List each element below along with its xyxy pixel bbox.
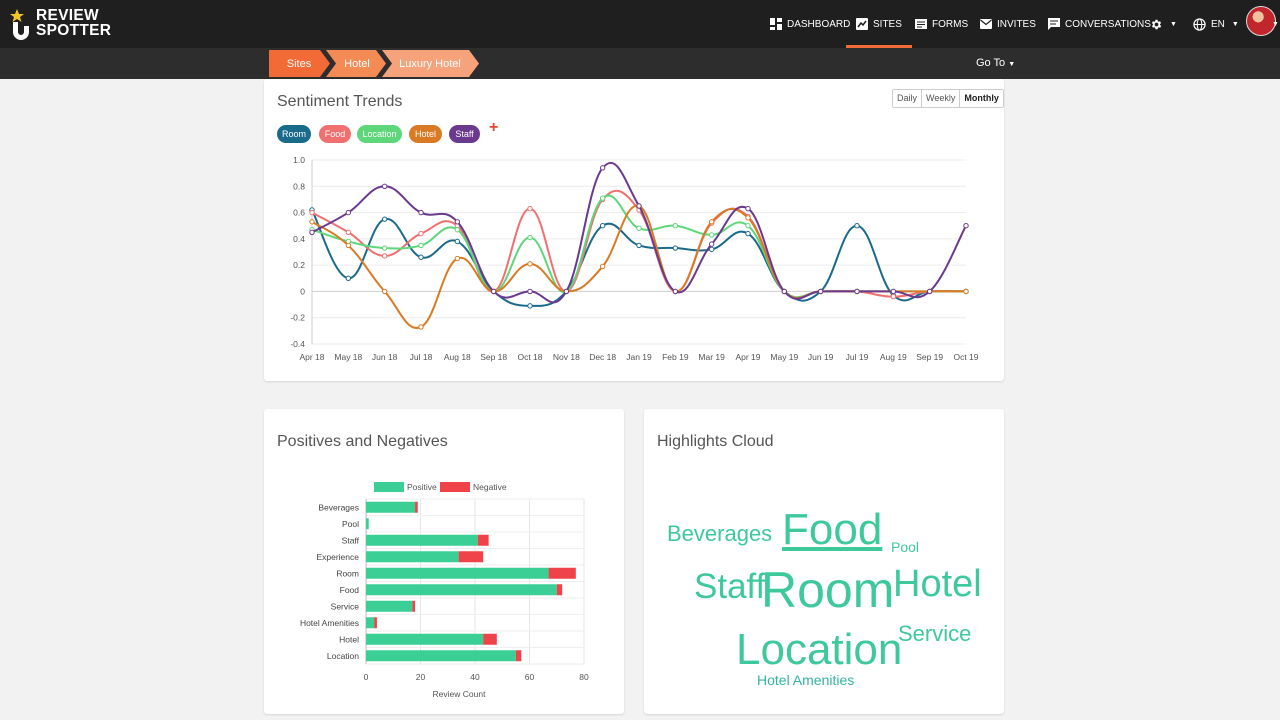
period-weekly-button[interactable]: Weekly	[922, 90, 961, 107]
nav-invites-label: INVITES	[997, 18, 1036, 30]
nav-sites[interactable]: SITES	[846, 0, 912, 48]
cloud-word-food[interactable]: Food	[782, 505, 882, 555]
avatar-chevron-down-icon[interactable]: ▼	[1272, 0, 1279, 48]
language-label: EN	[1211, 18, 1225, 30]
cloud-word-staff[interactable]: Staff	[694, 567, 765, 607]
settings-menu[interactable]: ▼	[1150, 0, 1177, 48]
chevron-down-icon: ▼	[1008, 61, 1016, 68]
cloud-word-pool[interactable]: Pool	[891, 539, 919, 555]
nav-invites[interactable]: INVITES	[980, 0, 1036, 48]
filter-room-pill[interactable]: Room	[277, 125, 311, 143]
globe-icon	[1193, 17, 1206, 31]
sentiment-trends-card: Sentiment Trends Daily Weekly Monthly Ro…	[264, 79, 1004, 381]
nav-conversations[interactable]: CONVERSATIONS	[1048, 0, 1151, 48]
goto-label: Go To	[976, 57, 1006, 69]
breadcrumb-hotel[interactable]: Hotel	[334, 50, 380, 77]
cloud-word-room[interactable]: Room	[761, 561, 894, 619]
positives-negatives-card: Positives and Negatives	[264, 409, 624, 714]
chat-icon	[1048, 18, 1060, 30]
nav-forms[interactable]: FORMS	[915, 0, 968, 48]
goto-dropdown[interactable]: Go To ▼	[976, 48, 1015, 79]
chevron-down-icon: ▼	[1170, 20, 1177, 28]
breadcrumb-luxury-hotel[interactable]: Luxury Hotel	[390, 50, 470, 77]
logo-word-2: SPOTTER	[36, 22, 112, 39]
logo-word-1: REVIEW	[36, 7, 99, 24]
cloud-word-hotel[interactable]: Hotel	[893, 563, 982, 606]
period-daily-button[interactable]: Daily	[893, 90, 923, 107]
add-filter-icon[interactable]: +	[489, 119, 498, 137]
cloud-word-beverages[interactable]: Beverages	[667, 521, 772, 547]
highlights-cloud-card: Highlights Cloud Beverages Food Pool Sta…	[644, 409, 1004, 714]
dashboard-icon	[770, 18, 782, 30]
highlights-cloud-title: Highlights Cloud	[657, 433, 774, 450]
envelope-icon	[980, 19, 992, 29]
cloud-word-service[interactable]: Service	[898, 621, 971, 647]
nav-forms-label: FORMS	[932, 18, 969, 30]
top-navbar: REVIEW SPOTTER DASHBOARD SITES FORMS INV…	[0, 0, 1280, 48]
filter-food-pill[interactable]: Food	[319, 125, 351, 143]
positives-negatives-title: Positives and Negatives	[277, 433, 448, 450]
breadcrumb-sites[interactable]: Sites	[269, 50, 329, 77]
breadcrumb-bar: Sites Hotel Luxury Hotel Go To ▼	[0, 48, 1280, 79]
sites-icon	[856, 18, 868, 30]
logo-mark-icon	[10, 9, 29, 40]
language-menu[interactable]: EN ▼	[1193, 0, 1239, 48]
chevron-down-icon: ▼	[1231, 20, 1239, 28]
filter-hotel-pill[interactable]: Hotel	[409, 125, 442, 143]
period-toggle: Daily Weekly Monthly	[892, 89, 1004, 108]
review-spotter-logo[interactable]: REVIEW SPOTTER	[8, 6, 118, 42]
nav-conversations-label: CONVERSATIONS	[1065, 18, 1151, 30]
gear-icon	[1151, 19, 1162, 29]
period-monthly-button[interactable]: Monthly	[960, 90, 1003, 107]
forms-icon	[915, 19, 927, 29]
cloud-word-hotel-amenities[interactable]: Hotel Amenities	[757, 672, 854, 688]
sentiment-trends-title: Sentiment Trends	[277, 93, 403, 110]
filter-staff-pill[interactable]: Staff	[449, 125, 480, 143]
nav-dashboard-label: DASHBOARD	[787, 18, 851, 30]
nav-sites-label: SITES	[873, 18, 902, 30]
filter-location-pill[interactable]: Location	[357, 125, 402, 143]
cloud-word-location[interactable]: Location	[736, 625, 902, 675]
nav-dashboard[interactable]: DASHBOARD	[770, 0, 850, 48]
